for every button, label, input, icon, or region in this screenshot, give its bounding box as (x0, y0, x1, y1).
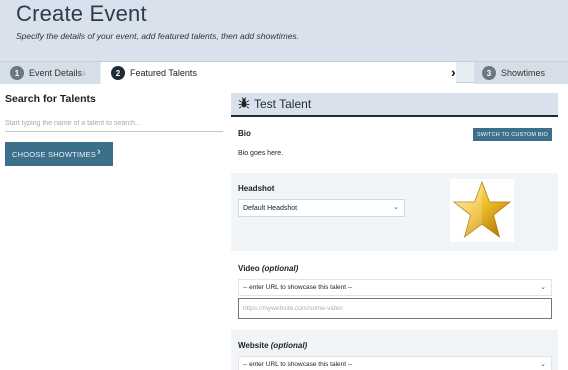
step-label: Event Details (29, 68, 83, 78)
website-section: Website (optional) -- enter URL to showc… (231, 330, 558, 370)
chevron-right-icon: › (97, 146, 101, 158)
headshot-label: Headshot (238, 184, 275, 193)
bug-icon (238, 96, 250, 112)
page-title: Create Event (16, 1, 147, 26)
switch-to-custom-bio-button[interactable]: SWITCH TO CUSTOM BIO (473, 128, 552, 141)
step-label: Featured Talents (130, 68, 197, 78)
chevron-down-icon: ⌄ (540, 361, 546, 368)
video-url-select[interactable]: -- enter URL to showcase this talent -- … (238, 279, 552, 296)
headshot-image (450, 179, 514, 242)
video-optional-text: (optional) (261, 264, 299, 273)
step-number: 1 (10, 66, 24, 80)
step-showtimes[interactable]: 3 Showtimes (474, 62, 568, 84)
bio-label: Bio (238, 129, 251, 138)
talent-name: Test Talent (254, 97, 312, 111)
step-number: 2 (111, 66, 125, 80)
video-section: Video (optional) -- enter URL to showcas… (231, 258, 558, 328)
website-url-select[interactable]: -- enter URL to showcase this talent -- … (238, 356, 552, 370)
headshot-section: Headshot Default Headshot ⌄ (231, 173, 558, 251)
search-heading: Search for Talents (5, 93, 96, 105)
website-optional-text: (optional) (270, 341, 308, 350)
step-label: Showtimes (501, 68, 546, 78)
video-url-input[interactable] (238, 298, 552, 319)
talent-card-header: Test Talent (231, 93, 558, 117)
button-label: CHOOSE SHOWTIMES (12, 149, 97, 159)
chevron-right-icon: › (451, 64, 456, 80)
chevron-down-icon: ⌄ (393, 204, 399, 211)
website-label: Website (optional) (238, 341, 307, 350)
page-header: Create Event Specify the details of your… (0, 0, 568, 61)
talent-search-panel: Search for Talents CHOOSE SHOWTIMES › (5, 93, 225, 166)
chevron-right-icon: › (82, 66, 86, 80)
chevron-down-icon: ⌄ (540, 284, 546, 291)
headshot-selected-value: Default Headshot (243, 204, 298, 212)
video-label-text: Video (238, 264, 260, 273)
step-featured-talents[interactable]: 2 Featured Talents (101, 62, 456, 84)
website-select-value: -- enter URL to showcase this talent -- (243, 360, 353, 368)
talent-card: Test Talent Bio SWITCH TO CUSTOM BIO Bio… (231, 93, 558, 370)
star-icon (452, 180, 512, 239)
step-number: 3 (482, 66, 496, 80)
wizard-steps: 1 Event Details › 2 Featured Talents › 3… (0, 61, 568, 84)
bio-text: Bio goes here. (238, 150, 284, 157)
talent-search-input[interactable] (5, 116, 223, 132)
page-subtitle: Specify the details of your event, add f… (16, 31, 300, 41)
choose-showtimes-button[interactable]: CHOOSE SHOWTIMES › (5, 142, 113, 166)
headshot-select[interactable]: Default Headshot ⌄ (238, 199, 405, 217)
website-label-text: Website (238, 341, 269, 350)
video-label: Video (optional) (238, 264, 298, 273)
video-select-value: -- enter URL to showcase this talent -- (243, 284, 353, 291)
